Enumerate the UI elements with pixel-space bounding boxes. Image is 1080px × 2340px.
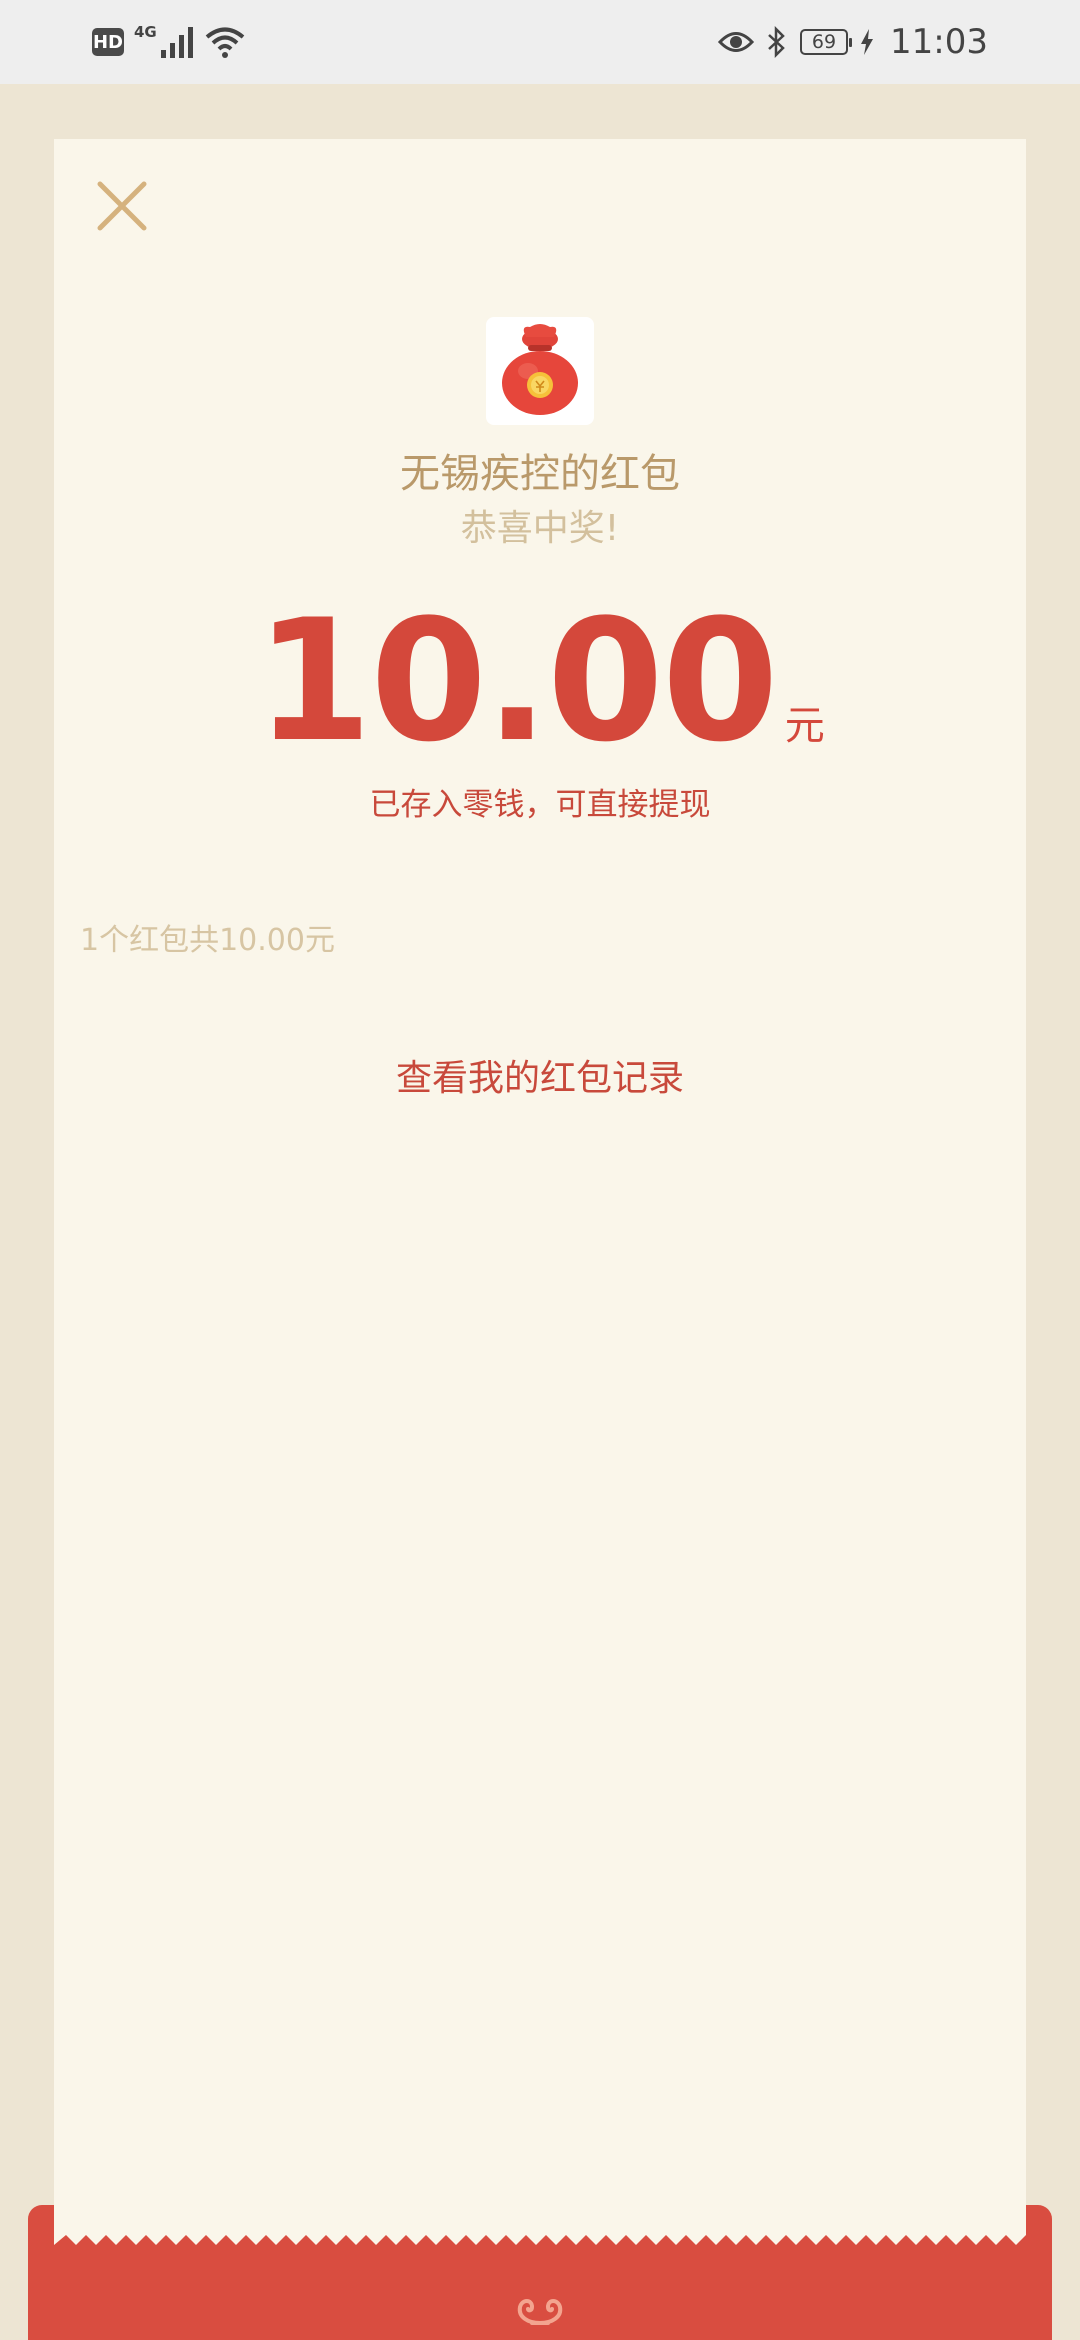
sender-title: 无锡疾控的红包 [400, 451, 680, 497]
packet-summary: 1个红包共10.00元 [80, 923, 335, 958]
bottom-red-bar [28, 2205, 1052, 2340]
cloud-ornament-icon [517, 2299, 563, 2325]
view-records-link[interactable]: 查看我的红包记录 [54, 1049, 1026, 1101]
clock: 11:03 [890, 22, 988, 62]
congrats-text: 恭喜中奖! [460, 508, 620, 549]
bluetooth-icon [768, 26, 785, 58]
network-type: 4G [134, 23, 157, 41]
amount-value: 10.00 [255, 583, 778, 779]
amount-unit: 元 [784, 703, 825, 749]
zigzag-edge [54, 2205, 1026, 2245]
hd-icon: HD [92, 28, 124, 56]
status-right: 69 11:03 [718, 18, 988, 66]
eye-icon [718, 32, 755, 52]
sender-avatar [486, 317, 594, 425]
wifi-icon [205, 27, 245, 58]
status-left: HD 4G [92, 22, 245, 62]
red-packet-detail-card: 无锡疾控的红包 恭喜中奖! 10.00 元 已存入零钱，可直接提现 1个红包共10… [54, 139, 1026, 2340]
deposit-note: 已存入零钱，可直接提现 [369, 787, 711, 823]
close-icon[interactable] [92, 176, 152, 236]
battery-indicator: 69 [800, 29, 853, 55]
status-bar: HD 4G 69 11:03 [0, 0, 1080, 84]
amount-row: 10.00 元 [54, 591, 1026, 771]
signal-icon [160, 27, 193, 58]
money-bag-icon [502, 324, 578, 415]
charging-icon [861, 29, 874, 55]
